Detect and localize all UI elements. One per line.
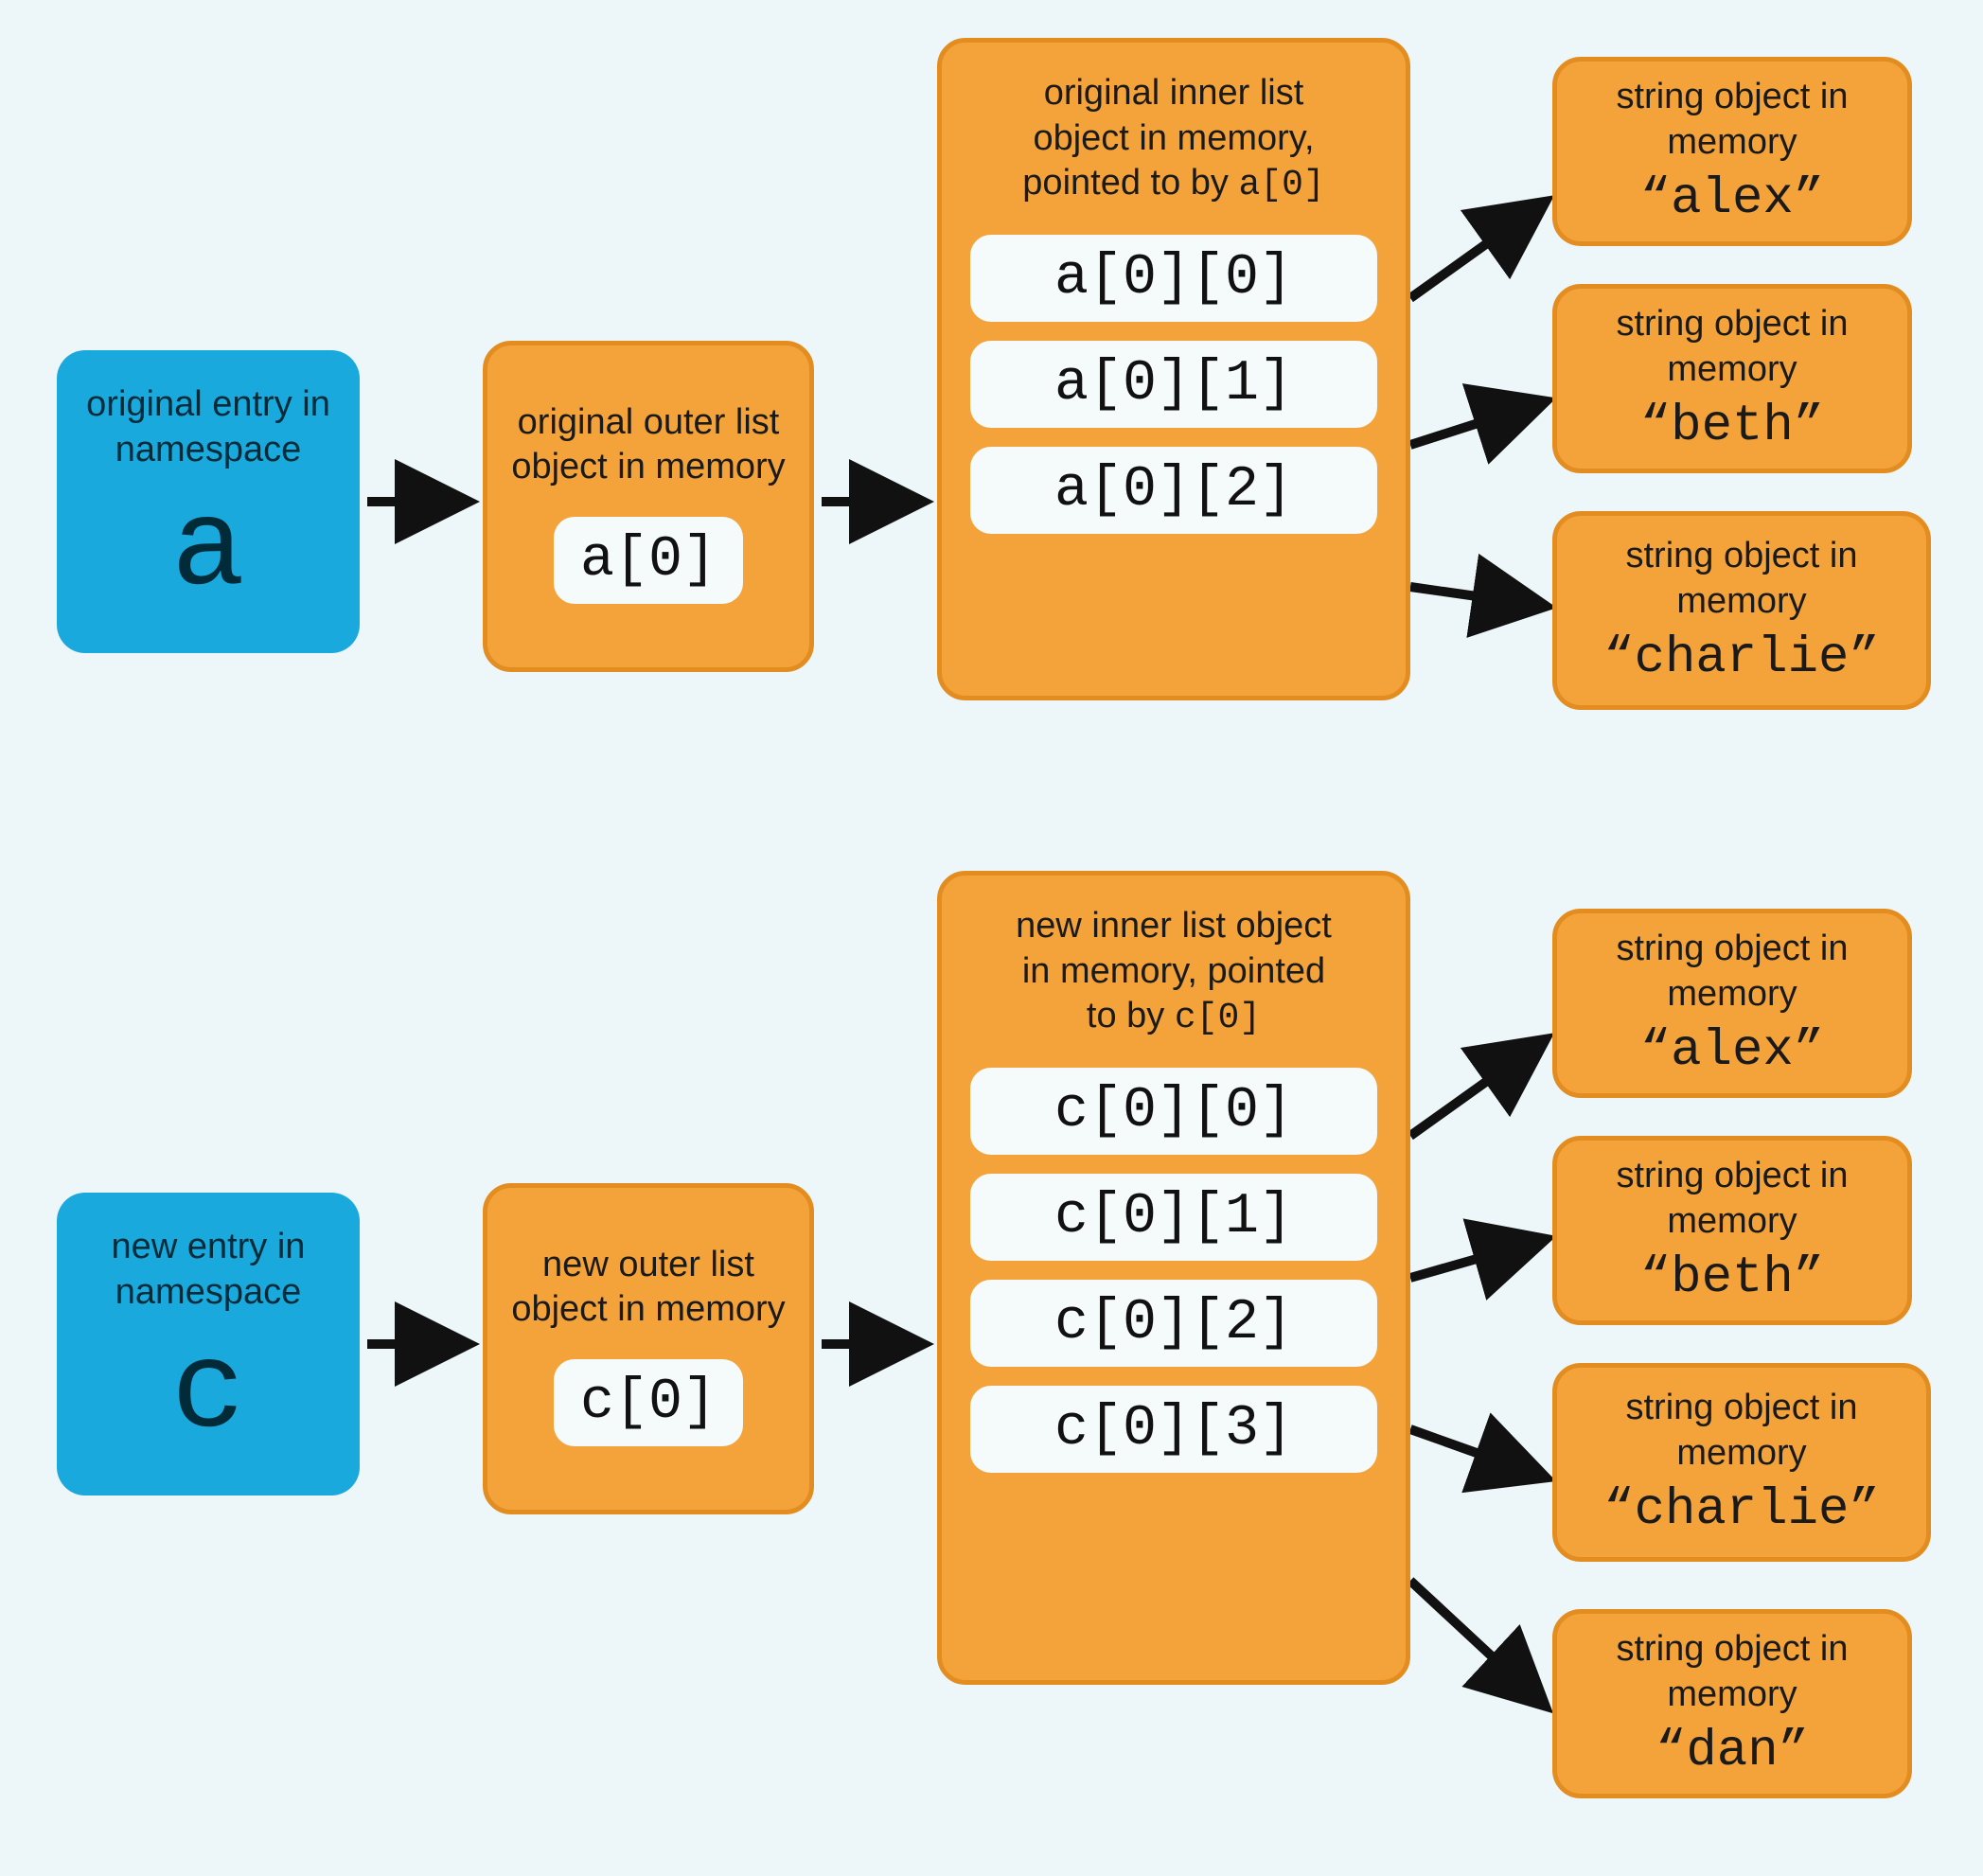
string-c1-box: string object in memory “beth” bbox=[1552, 1136, 1912, 1325]
outer-list-a-label: original outer list object in memory bbox=[506, 400, 790, 490]
inner-list-c-item-1: c[0][1] bbox=[970, 1174, 1377, 1261]
string-c2-box: string object in memory “charlie” bbox=[1552, 1363, 1931, 1562]
string-c2-label: string object in memory bbox=[1576, 1386, 1907, 1476]
string-c0-box: string object in memory “alex” bbox=[1552, 909, 1912, 1098]
string-c1-value: “beth” bbox=[1640, 1249, 1824, 1307]
inner-list-c-item-3: c[0][3] bbox=[970, 1386, 1377, 1473]
inner-list-c-box: new inner list object in memory, pointed… bbox=[937, 871, 1410, 1685]
string-c1-label: string object in memory bbox=[1576, 1154, 1888, 1244]
string-c3-box: string object in memory “dan” bbox=[1552, 1609, 1912, 1798]
inner-list-c-item-2: c[0][2] bbox=[970, 1280, 1377, 1367]
string-c0-label: string object in memory bbox=[1576, 927, 1888, 1017]
namespace-c-box: new entry in namespace c bbox=[57, 1193, 360, 1495]
inner-list-c-label: new inner list object in memory, pointed… bbox=[1016, 904, 1332, 1041]
outer-list-c-box: new outer list object in memory c[0] bbox=[483, 1183, 814, 1514]
inner-list-a-label: original inner list object in memory, po… bbox=[1022, 71, 1324, 208]
string-a0-box: string object in memory “alex” bbox=[1552, 57, 1912, 246]
inner-list-a-item-0: a[0][0] bbox=[970, 235, 1377, 322]
string-a1-value: “beth” bbox=[1640, 398, 1824, 455]
string-a0-label: string object in memory bbox=[1576, 75, 1888, 165]
string-c0-value: “alex” bbox=[1640, 1022, 1824, 1080]
outer-list-c-label: new outer list object in memory bbox=[506, 1243, 790, 1333]
string-a1-box: string object in memory “beth” bbox=[1552, 284, 1912, 473]
inner-list-c-item-0: c[0][0] bbox=[970, 1068, 1377, 1155]
string-a2-box: string object in memory “charlie” bbox=[1552, 511, 1931, 710]
string-a1-label: string object in memory bbox=[1576, 302, 1888, 392]
string-c3-value: “dan” bbox=[1655, 1723, 1809, 1780]
namespace-c-label: new entry in namespace bbox=[76, 1225, 341, 1315]
inner-list-a-item-1: a[0][1] bbox=[970, 341, 1377, 428]
inner-list-a-box: original inner list object in memory, po… bbox=[937, 38, 1410, 700]
string-a2-label: string object in memory bbox=[1576, 534, 1907, 624]
namespace-a-box: original entry in namespace a bbox=[57, 350, 360, 653]
string-a0-value: “alex” bbox=[1640, 170, 1824, 228]
inner-list-a-item-2: a[0][2] bbox=[970, 447, 1377, 534]
namespace-a-var: a bbox=[171, 482, 245, 621]
outer-list-c-item: c[0] bbox=[554, 1359, 743, 1446]
namespace-c-var: c bbox=[171, 1324, 245, 1463]
outer-list-a-box: original outer list object in memory a[0… bbox=[483, 341, 814, 672]
namespace-a-label: original entry in namespace bbox=[76, 382, 341, 472]
string-a2-value: “charlie” bbox=[1603, 629, 1880, 687]
string-c3-label: string object in memory bbox=[1576, 1627, 1888, 1717]
string-c2-value: “charlie” bbox=[1603, 1481, 1880, 1539]
outer-list-a-item: a[0] bbox=[554, 517, 743, 604]
